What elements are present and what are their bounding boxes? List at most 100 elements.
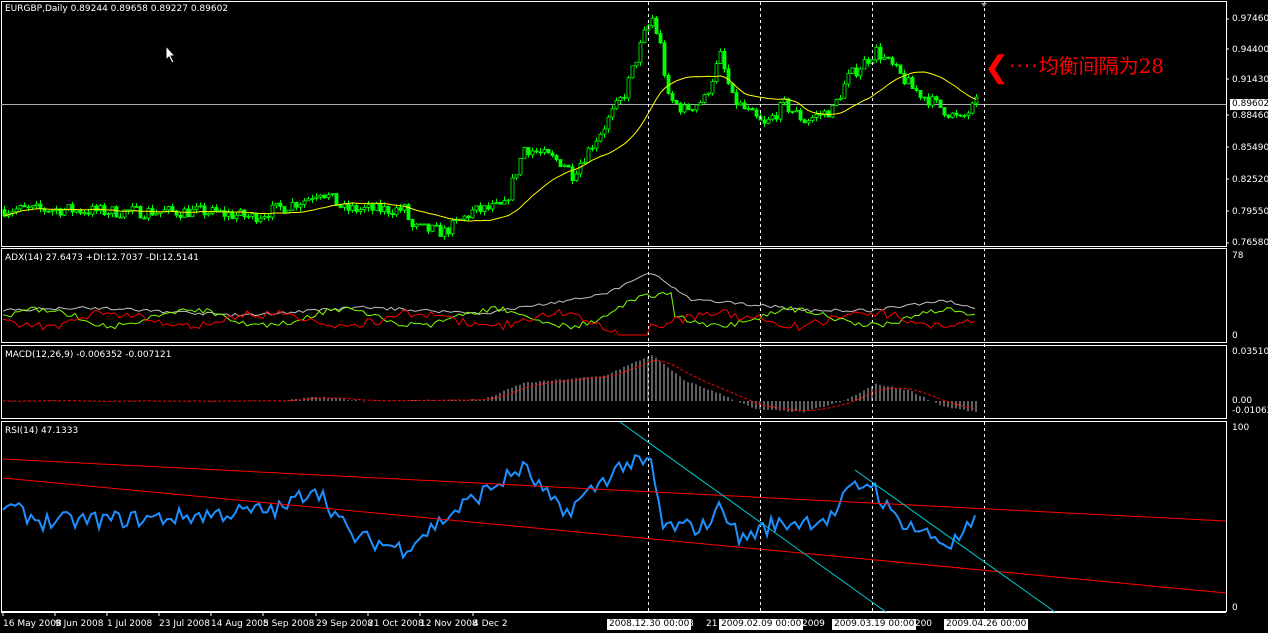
candle <box>46 210 51 213</box>
candle <box>542 149 547 153</box>
time-tick: 16 May 2008 <box>3 619 62 629</box>
candle <box>958 114 963 117</box>
candle <box>234 214 239 220</box>
candle <box>790 111 795 113</box>
candle <box>774 115 779 120</box>
candle <box>394 207 399 216</box>
candle <box>582 161 587 164</box>
candle <box>486 205 491 210</box>
candle <box>402 204 407 211</box>
candle <box>382 206 387 212</box>
candle <box>334 193 339 206</box>
chart-canvas[interactable] <box>0 0 1268 633</box>
cursor-date-label: 2009.03.19 00:00 <box>832 619 917 630</box>
symbol-info: EURGBP,Daily 0.89244 0.89658 0.89227 0.8… <box>5 4 229 14</box>
candle <box>586 147 591 163</box>
adx-axis-max: 78 <box>1232 251 1244 261</box>
candle <box>366 204 371 208</box>
candle <box>694 104 699 111</box>
candle <box>550 152 555 157</box>
candle <box>810 116 815 122</box>
candle <box>922 96 927 99</box>
candle <box>682 104 687 113</box>
candle <box>602 128 607 135</box>
candle <box>802 119 807 124</box>
macd-axis-zero: 0.00 <box>1232 396 1253 406</box>
candle <box>514 174 519 179</box>
candle <box>62 209 67 216</box>
candle <box>526 147 531 156</box>
candle <box>414 223 419 228</box>
price-tick: 0.91430 <box>1232 75 1268 85</box>
candle <box>510 177 515 201</box>
candle <box>94 205 99 212</box>
candle <box>362 207 367 210</box>
candle <box>502 200 507 205</box>
candle <box>686 104 691 110</box>
candle <box>650 17 655 27</box>
adx-axis-min: 0 <box>1232 331 1238 341</box>
candle <box>762 119 767 124</box>
annotation-num: 28 <box>1138 54 1165 78</box>
candle <box>250 213 255 217</box>
candle <box>378 203 383 212</box>
candle <box>430 224 435 232</box>
candle <box>446 227 451 235</box>
candle <box>50 210 55 213</box>
candle <box>374 203 379 211</box>
cursor-date-label: 2009.02.09 00:00 <box>719 619 804 630</box>
candle <box>450 219 455 235</box>
candle <box>614 100 619 110</box>
price-tick: 0.76580 <box>1232 238 1268 248</box>
macd-axis-max: 0.035106 <box>1232 347 1268 357</box>
candle <box>522 147 527 159</box>
candle <box>354 205 359 212</box>
candle <box>814 113 819 118</box>
macd-signal-line <box>3 360 976 412</box>
candle <box>610 108 615 118</box>
candle <box>966 112 971 116</box>
candle <box>734 92 739 106</box>
candle <box>114 206 119 218</box>
rsi-trendline-cyan-1 <box>619 421 887 613</box>
candle <box>82 212 87 215</box>
candle <box>710 81 715 94</box>
candle <box>478 205 483 212</box>
time-tick: 9 Jun 2008 <box>55 619 104 629</box>
rsi-axis-max: 100 <box>1232 423 1250 433</box>
minus-di-line <box>2 308 976 336</box>
candle <box>926 96 931 106</box>
candle <box>182 208 187 218</box>
candle <box>206 213 211 216</box>
time-tick: 29 Sep 2008 <box>316 619 374 629</box>
candle <box>638 42 643 63</box>
candle <box>706 92 711 96</box>
candle <box>546 149 551 154</box>
candle <box>574 173 579 181</box>
candle <box>422 223 427 226</box>
candle <box>654 17 659 34</box>
candle <box>246 215 251 218</box>
candle <box>78 209 83 214</box>
candle <box>842 83 847 99</box>
candle <box>490 203 495 210</box>
candle <box>390 212 395 216</box>
candle <box>894 63 899 66</box>
candle <box>874 46 879 61</box>
time-tick: 5 Sep 2008 <box>263 619 315 629</box>
candle <box>942 107 947 116</box>
candle <box>834 99 839 106</box>
candle <box>770 115 775 120</box>
time-tick: 14 Aug 2008 <box>211 619 269 629</box>
candle <box>238 209 243 216</box>
candle <box>534 150 539 153</box>
candle <box>194 206 199 210</box>
candle <box>86 212 91 215</box>
candle <box>34 203 39 206</box>
cursor-date-label: 2009.04.26 00:00 <box>944 619 1029 630</box>
candle <box>562 164 567 168</box>
candle <box>254 213 259 223</box>
candle <box>190 208 195 218</box>
candle <box>930 96 935 106</box>
candle <box>14 208 19 213</box>
